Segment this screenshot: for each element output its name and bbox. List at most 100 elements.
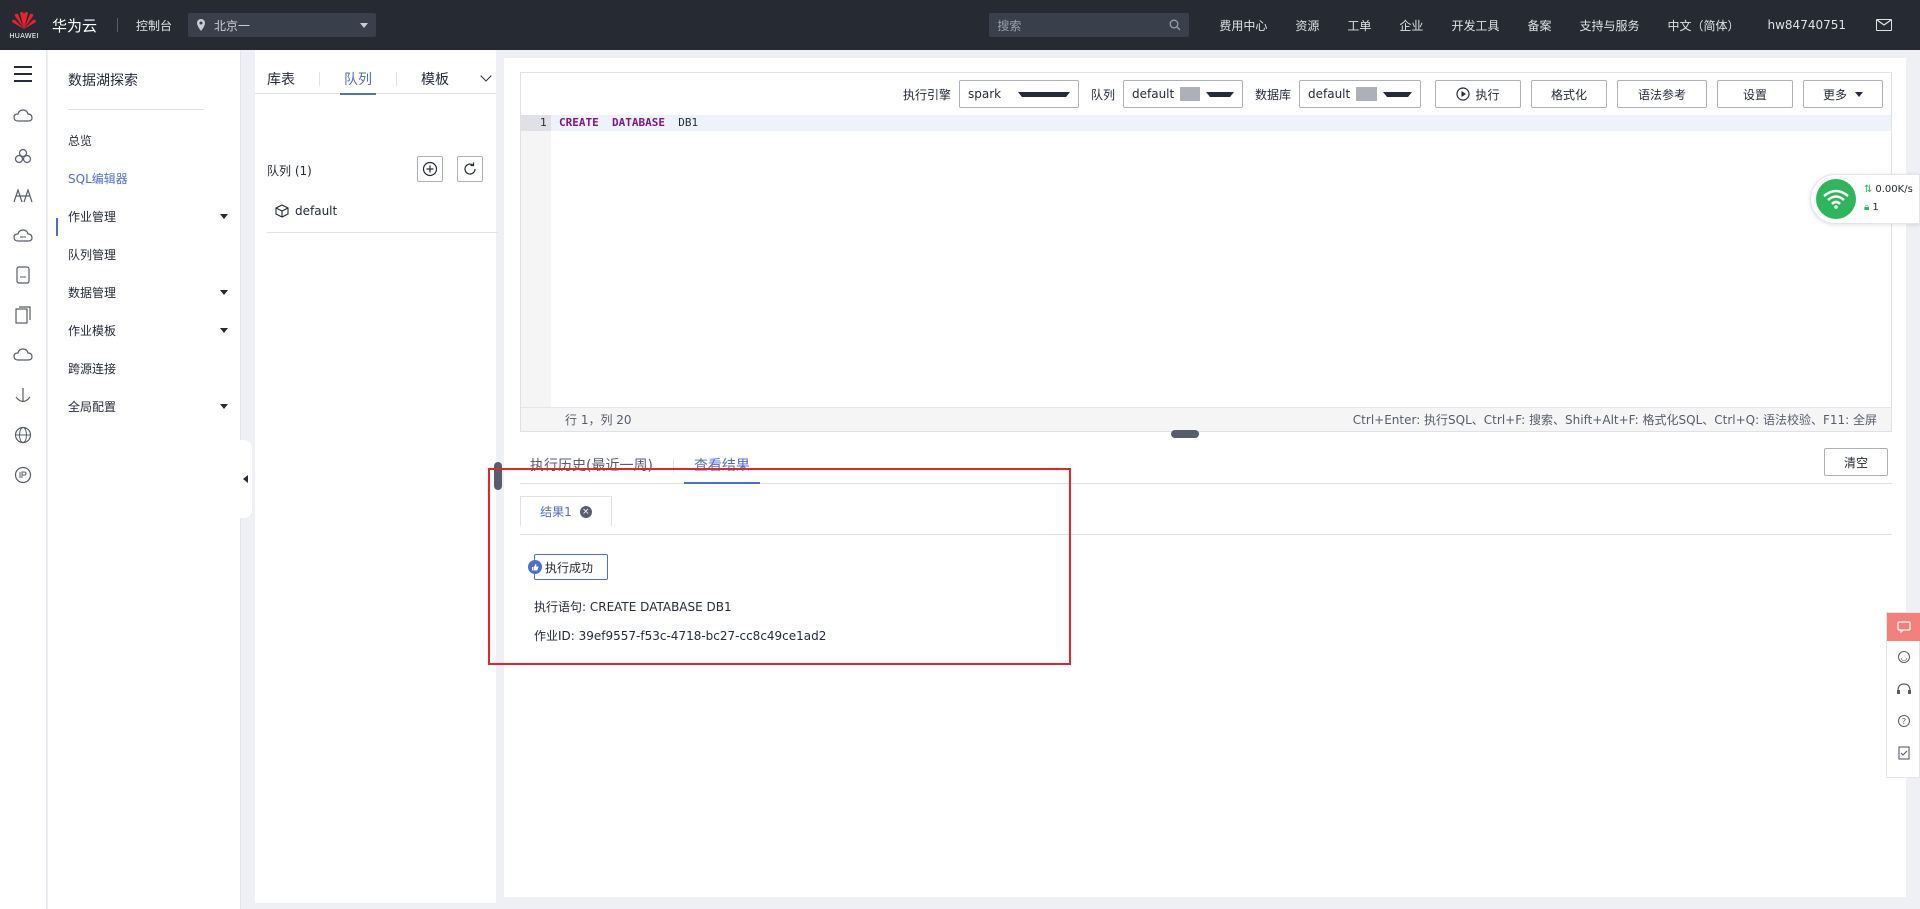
nav-user[interactable]: hw84740751	[1754, 18, 1861, 32]
nav-label: 数据管理	[68, 285, 117, 300]
nav-sql-editor[interactable]: SQL编辑器	[68, 168, 228, 188]
cloud-db-icon[interactable]	[13, 227, 33, 245]
cluster-icon[interactable]	[13, 147, 33, 165]
tab-divider	[396, 71, 397, 86]
cloud-icon[interactable]	[13, 346, 33, 364]
smile-icon: ◡	[1898, 651, 1910, 663]
settings-button[interactable]: 设置	[1717, 80, 1793, 108]
collapse-sidebar-button[interactable]	[238, 440, 252, 518]
lock-icon: 🔒︎	[1864, 202, 1870, 213]
more-button[interactable]: 更多	[1803, 80, 1883, 108]
smile-button[interactable]: ◡	[1887, 641, 1920, 673]
customer-service-button[interactable]	[1887, 673, 1920, 705]
caret-down-icon	[360, 22, 369, 28]
nav-overview[interactable]: 总览	[68, 130, 228, 150]
engine-select[interactable]: spark	[958, 80, 1079, 108]
sql-code-line[interactable]: CREATE DATABASE DB1	[559, 115, 698, 131]
console-link[interactable]: 控制台	[136, 17, 172, 34]
ip-icon[interactable]	[13, 466, 33, 484]
add-circle-icon	[422, 161, 438, 177]
nav-data-management[interactable]: 数据管理	[68, 282, 228, 302]
refresh-icon	[464, 162, 476, 175]
caret-down-icon	[220, 213, 228, 219]
nav-label: 总览	[68, 133, 93, 148]
nav-support[interactable]: 支持与服务	[1565, 17, 1653, 34]
nav-label: 跨源连接	[68, 361, 117, 376]
object-panel: 库表 队列 模板 队列 (1) default	[255, 50, 498, 903]
nav-label: 全局配置	[68, 399, 117, 414]
nav-datasource-connections[interactable]: 跨源连接	[68, 358, 228, 378]
help-button[interactable]: ?	[1887, 705, 1920, 737]
tab-tables[interactable]: 库表	[255, 64, 307, 94]
database-value: default	[1308, 87, 1351, 101]
refresh-button[interactable]	[457, 156, 483, 182]
nav-enterprise[interactable]: 企业	[1385, 17, 1437, 34]
feedback-button[interactable]	[1887, 613, 1920, 641]
chevron-down-icon[interactable]	[480, 70, 492, 82]
resize-handle-horizontal[interactable]	[1171, 430, 1199, 438]
search-placeholder: 搜索	[997, 18, 1022, 33]
document-icon[interactable]	[13, 306, 33, 324]
nav-dev-tools[interactable]: 开发工具	[1437, 17, 1513, 34]
nav-label: 作业模板	[68, 323, 117, 338]
nav-job-management[interactable]: 作业管理	[68, 206, 228, 226]
caret-down-icon	[1383, 91, 1413, 97]
network-stats: ⇅ 0.00K/s 🔒︎ 1	[1864, 181, 1913, 217]
nav-global-config[interactable]: 全局配置	[68, 396, 228, 416]
network-speed: 0.00K/s	[1875, 184, 1913, 195]
tab-templates[interactable]: 模板	[409, 64, 461, 94]
identifier: DB1	[678, 116, 699, 129]
sql-editor: 执行引擎 spark 队列 default 数据库 default 执行 格式化…	[520, 72, 1892, 432]
divider	[117, 18, 119, 32]
question-icon: ?	[1898, 715, 1910, 727]
play-icon	[1456, 87, 1471, 101]
region-value: 北京一	[214, 18, 251, 33]
global-search-input[interactable]: 搜索	[989, 13, 1190, 37]
caret-down-icon	[1855, 91, 1863, 97]
wifi-icon	[1816, 179, 1856, 219]
clear-button[interactable]: 清空	[1824, 448, 1888, 476]
nav-label: 作业管理	[68, 209, 117, 224]
menu-icon[interactable]	[14, 66, 32, 87]
highlight-box	[488, 468, 1071, 665]
nav-job-templates[interactable]: 作业模板	[68, 320, 228, 340]
network-monitor-widget[interactable]: ⇅ 0.00K/s 🔒︎ 1	[1810, 174, 1920, 224]
tab-queues[interactable]: 队列	[332, 64, 384, 95]
keyword-create: CREATE	[559, 116, 599, 129]
add-queue-button[interactable]	[417, 156, 443, 182]
queue-item-default[interactable]: default	[275, 204, 337, 218]
storage-icon[interactable]	[13, 266, 33, 284]
huawei-logo[interactable]: HUAWEI	[0, 0, 48, 50]
nav-tickets[interactable]: 工单	[1333, 17, 1385, 34]
checklist-icon	[1898, 746, 1910, 760]
shortcut-hints: Ctrl+Enter: 执行SQL、Ctrl+F: 搜索、Shift+Alt+F…	[1352, 413, 1877, 427]
queue-select[interactable]: default	[1122, 80, 1243, 108]
syntax-reference-button[interactable]: 语法参考	[1617, 80, 1707, 108]
caret-down-icon	[220, 289, 228, 295]
mail-icon[interactable]	[1876, 19, 1892, 31]
database-select[interactable]: default	[1299, 80, 1421, 108]
nav-icp[interactable]: 备案	[1513, 17, 1565, 34]
service-title: 数据湖探索	[68, 73, 138, 89]
globe-icon[interactable]	[13, 426, 33, 444]
region-selector[interactable]: 北京一	[188, 13, 377, 37]
bridge-icon[interactable]	[13, 187, 33, 205]
cloud-server-icon[interactable]	[13, 107, 33, 125]
nav-billing[interactable]: 费用中心	[1205, 17, 1281, 34]
run-button[interactable]: 执行	[1435, 80, 1521, 108]
engine-value: spark	[967, 87, 1002, 101]
floating-help-toolbar: ◡ ?	[1886, 612, 1920, 778]
top-bar: HUAWEI 华为云 控制台 北京一 搜索 费用中心 资源 工单 企业 开发工具…	[0, 0, 1920, 50]
current-line-highlight	[551, 115, 1891, 131]
nav-language[interactable]: 中文（简体）	[1653, 17, 1753, 34]
task-button[interactable]	[1887, 737, 1920, 769]
service-rail	[0, 50, 47, 909]
anchor-icon[interactable]	[13, 386, 33, 404]
nav-queue-management[interactable]: 队列管理	[68, 244, 228, 264]
brand-name[interactable]: 华为云	[52, 15, 97, 36]
nav-resources[interactable]: 资源	[1281, 17, 1333, 34]
search-icon	[1169, 19, 1181, 31]
divider	[68, 109, 204, 110]
format-button[interactable]: 格式化	[1531, 80, 1607, 108]
tab-divider	[319, 71, 320, 86]
